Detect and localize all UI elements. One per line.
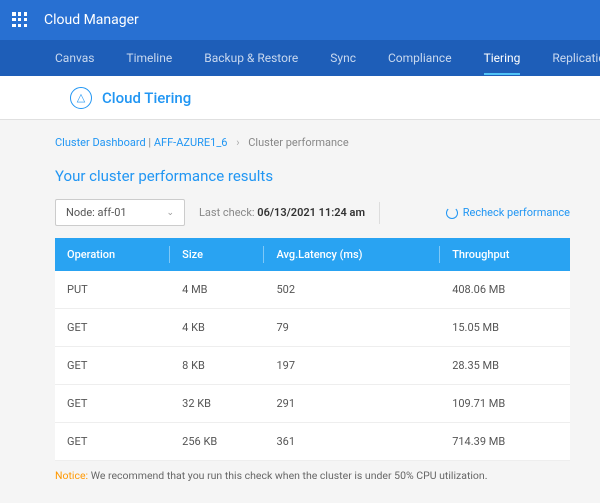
nav-backup-restore[interactable]: Backup & Restore <box>204 51 298 65</box>
table-row: GET8 KB19728.35 MB <box>55 347 570 385</box>
navbar: Canvas Timeline Backup & Restore Sync Compli… <box>0 40 600 76</box>
page-title: Cloud Tiering <box>102 89 191 107</box>
chevron-down-icon: ⌄ <box>166 208 174 218</box>
notice: Notice: We recommend that you run this c… <box>55 469 570 482</box>
table-row: PUT4 MB502408.06 MB <box>55 271 570 309</box>
nav-timeline[interactable]: Timeline <box>126 51 172 65</box>
nav-sync[interactable]: Sync <box>330 51 356 65</box>
breadcrumb-current: Cluster performance <box>248 136 348 149</box>
table-row: GET32 KB291109.71 MB <box>55 385 570 423</box>
table-row: GET256 KB361714.39 MB <box>55 423 570 461</box>
col-header: Throughput <box>440 238 570 271</box>
node-select[interactable]: Node: aff-01 ⌄ <box>55 199 185 226</box>
tiering-icon: △ <box>70 87 92 109</box>
nav-canvas[interactable]: Canvas <box>55 51 94 65</box>
breadcrumb-root[interactable]: Cluster Dashboard <box>55 136 146 149</box>
apps-icon[interactable] <box>12 12 28 28</box>
nav-replication[interactable]: Replication <box>552 51 600 65</box>
recheck-button[interactable]: Recheck performance <box>446 206 570 219</box>
col-header: Operation <box>55 238 170 271</box>
col-header: Avg.Latency (ms) <box>264 238 440 271</box>
table-row: GET4 KB7915.05 MB <box>55 309 570 347</box>
last-check: Last check: 06/13/2021 11:24 am <box>199 206 365 219</box>
nav-compliance[interactable]: Compliance <box>388 51 452 65</box>
section-title: Your cluster performance results <box>55 167 570 185</box>
app-title: Cloud Manager <box>44 12 139 28</box>
col-header: Size <box>170 238 264 271</box>
breadcrumb-cluster[interactable]: AFF-AZURE1_6 <box>154 136 228 149</box>
nav-tiering[interactable]: Tiering <box>484 51 521 75</box>
refresh-icon <box>446 207 458 219</box>
performance-table: OperationSizeAvg.Latency (ms)Throughput … <box>55 238 570 461</box>
breadcrumb: Cluster Dashboard | AFF-AZURE1_6 › Clust… <box>55 136 570 149</box>
